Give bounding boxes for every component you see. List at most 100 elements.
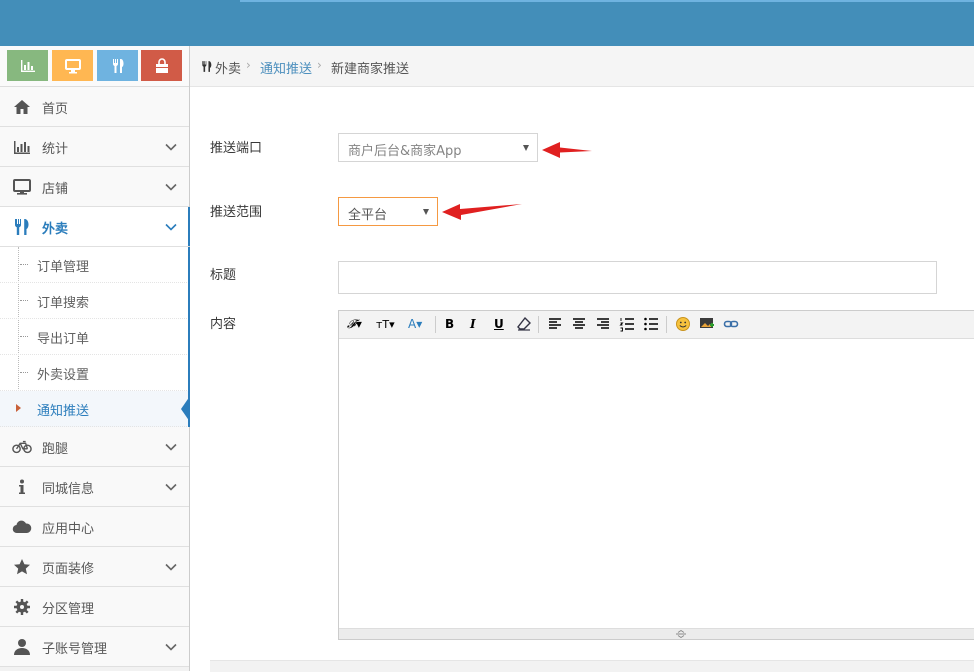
title-label: 标题 bbox=[210, 268, 237, 283]
insert-link-button[interactable] bbox=[723, 315, 739, 333]
link-icon bbox=[723, 320, 739, 328]
breadcrumb-separator: › bbox=[317, 58, 322, 72]
breadcrumb-parent-link[interactable]: 通知推送 bbox=[260, 58, 312, 77]
cutlery-icon bbox=[112, 58, 123, 73]
align-right-icon bbox=[597, 318, 609, 329]
desktop-icon bbox=[12, 177, 32, 197]
ordered-list-button[interactable] bbox=[619, 315, 635, 333]
annotation-arrow bbox=[442, 204, 522, 220]
sidebar-item-zone-manage[interactable]: 分区管理 bbox=[0, 587, 189, 627]
chevron-down-icon bbox=[165, 563, 177, 571]
shortcut-takeaway-button[interactable] bbox=[97, 50, 138, 81]
submenu-item-push-notify[interactable]: 通知推送 bbox=[0, 391, 190, 427]
chevron-down-icon bbox=[165, 643, 177, 651]
sidebar-item-sub-accounts[interactable]: 子账号管理 bbox=[0, 627, 189, 667]
active-pointer bbox=[181, 396, 190, 422]
user-icon bbox=[12, 637, 32, 657]
editor-resize-handle[interactable] bbox=[339, 628, 974, 639]
sidebar-item-label: 店铺 bbox=[42, 182, 69, 197]
caret-down-icon bbox=[423, 209, 429, 215]
chevron-down-icon bbox=[165, 143, 177, 151]
submenu-item-label: 订单管理 bbox=[37, 260, 90, 275]
font-color-button[interactable]: A▾ bbox=[408, 315, 422, 333]
sidebar-item-stats[interactable]: 统计 bbox=[0, 127, 189, 167]
sidebar-item-label: 分区管理 bbox=[42, 602, 95, 617]
smiley-icon bbox=[676, 317, 690, 331]
form-actions-bar bbox=[210, 660, 974, 672]
chevron-down-icon bbox=[165, 183, 177, 191]
push-scope-label: 推送范围 bbox=[210, 205, 263, 220]
emoji-button[interactable] bbox=[675, 315, 691, 333]
sidebar-item-label: 同城信息 bbox=[42, 482, 95, 497]
content-rich-editor[interactable]: 𝓕▾ ᴛT▾ A▾ B I U bbox=[338, 310, 974, 640]
annotation-arrow bbox=[542, 142, 592, 158]
breadcrumb-root[interactable]: 外卖 bbox=[215, 58, 241, 77]
caret-down-icon bbox=[523, 145, 529, 151]
sidebar-item-home[interactable]: 首页 bbox=[0, 87, 189, 127]
push-port-select[interactable]: 商户后台&商家App bbox=[338, 133, 538, 162]
eraser-button[interactable] bbox=[516, 315, 532, 333]
sidebar-item-label: 应用中心 bbox=[42, 522, 95, 537]
breadcrumb-separator: › bbox=[246, 58, 251, 72]
font-size-button[interactable]: ᴛT▾ bbox=[376, 315, 395, 333]
submenu-item-order-manage[interactable]: 订单管理 bbox=[0, 247, 189, 283]
sidebar-item-label: 首页 bbox=[42, 102, 69, 117]
main-content: 推送端口 商户后台&商家App 推送范围 全平台 标题 内容 𝓕▾ ᴛT▾ A▾… bbox=[190, 87, 974, 672]
sidebar-item-label: 页面装修 bbox=[42, 562, 95, 577]
title-input[interactable] bbox=[338, 261, 937, 294]
sidebar-item-app-center[interactable]: 应用中心 bbox=[0, 507, 189, 547]
takeaway-submenu: 订单管理 订单搜索 导出订单 外卖设置 通知推送 bbox=[0, 247, 190, 427]
editor-toolbar: 𝓕▾ ᴛT▾ A▾ B I U bbox=[339, 311, 974, 339]
gear-icon bbox=[12, 597, 32, 617]
font-family-button[interactable]: 𝓕▾ bbox=[347, 315, 362, 333]
home-icon bbox=[12, 97, 32, 117]
align-center-button[interactable] bbox=[571, 315, 587, 333]
shortcut-shop-button[interactable] bbox=[52, 50, 93, 81]
submenu-item-export-orders[interactable]: 导出订单 bbox=[0, 319, 189, 355]
info-icon bbox=[12, 477, 32, 497]
align-left-icon bbox=[549, 318, 561, 329]
desktop-icon bbox=[64, 58, 81, 73]
sidebar-item-page-decor[interactable]: 页面装修 bbox=[0, 547, 189, 587]
chevron-down-icon bbox=[165, 443, 177, 451]
sidebar-shortcuts bbox=[0, 46, 189, 87]
push-scope-select[interactable]: 全平台 bbox=[338, 197, 438, 226]
submenu-item-order-search[interactable]: 订单搜索 bbox=[0, 283, 189, 319]
bicycle-icon bbox=[12, 437, 32, 457]
sidebar-item-label: 跑腿 bbox=[42, 442, 69, 457]
bold-button[interactable]: B bbox=[445, 315, 454, 333]
eraser-icon bbox=[517, 316, 531, 331]
sidebar-item-label: 外卖 bbox=[42, 222, 69, 237]
align-right-button[interactable] bbox=[595, 315, 611, 333]
align-left-button[interactable] bbox=[547, 315, 563, 333]
shopping-bag-icon bbox=[155, 57, 168, 73]
submenu-item-takeaway-settings[interactable]: 外卖设置 bbox=[0, 355, 189, 391]
shortcut-stats-button[interactable] bbox=[7, 50, 48, 81]
italic-button[interactable]: I bbox=[470, 315, 476, 333]
sidebar-item-errand[interactable]: 跑腿 bbox=[0, 427, 189, 467]
chevron-down-icon bbox=[165, 223, 177, 231]
cutlery-icon bbox=[202, 61, 212, 72]
sidebar: 首页 统计 店铺 外卖 订单管理 订单搜索 导出订单 外卖设置 通知推送 跑腿 … bbox=[0, 46, 190, 671]
caret-right-icon bbox=[16, 404, 21, 412]
shortcut-bag-button[interactable] bbox=[141, 50, 182, 81]
bar-chart-icon bbox=[20, 59, 35, 72]
insert-image-button[interactable] bbox=[699, 315, 715, 333]
breadcrumb-current: 新建商家推送 bbox=[331, 62, 410, 77]
submenu-item-label: 导出订单 bbox=[37, 332, 90, 347]
sidebar-item-city-info[interactable]: 同城信息 bbox=[0, 467, 189, 507]
push-scope-value: 全平台 bbox=[348, 208, 388, 223]
sidebar-item-takeaway[interactable]: 外卖 bbox=[0, 207, 190, 247]
sidebar-item-label: 子账号管理 bbox=[42, 642, 108, 657]
unordered-list-button[interactable] bbox=[643, 315, 659, 333]
ordered-list-icon bbox=[619, 318, 634, 332]
resize-icon bbox=[676, 630, 686, 638]
star-icon bbox=[12, 557, 32, 577]
sidebar-item-label: 统计 bbox=[42, 142, 69, 157]
cutlery-icon bbox=[12, 217, 32, 237]
top-navbar bbox=[0, 0, 974, 46]
image-icon bbox=[700, 318, 714, 328]
chevron-down-icon bbox=[165, 483, 177, 491]
underline-button[interactable]: U bbox=[494, 315, 504, 333]
sidebar-item-shop[interactable]: 店铺 bbox=[0, 167, 189, 207]
